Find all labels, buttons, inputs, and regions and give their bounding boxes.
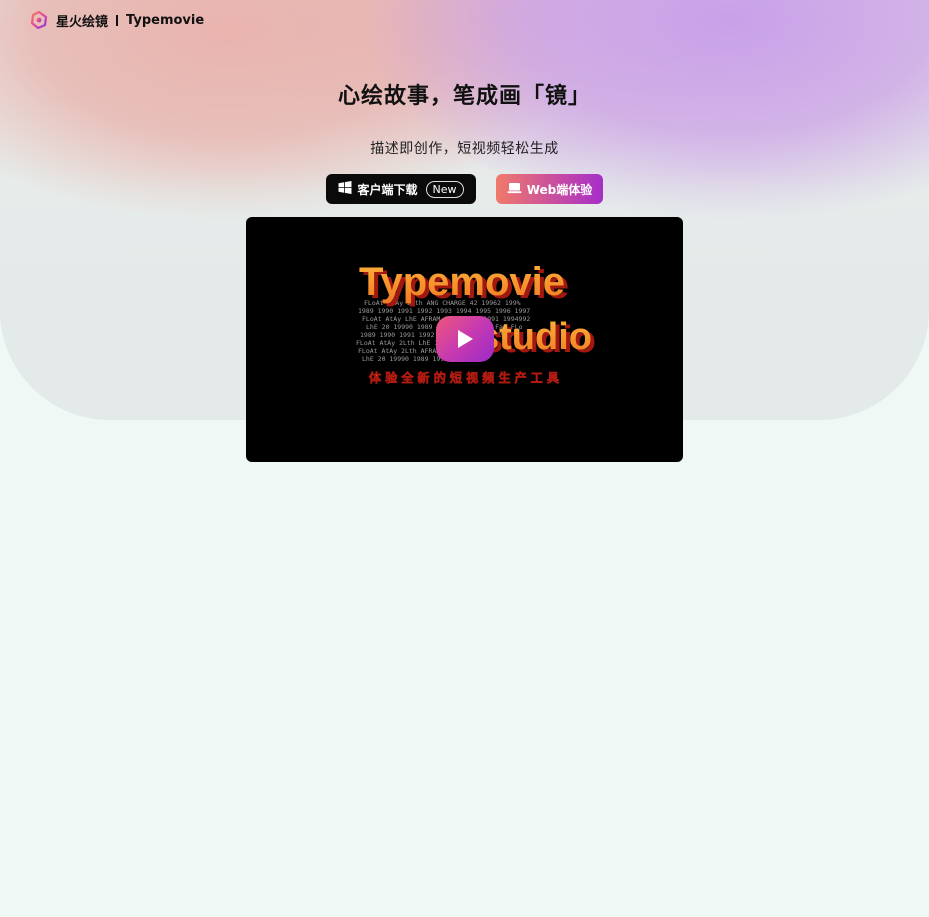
laptop-icon <box>507 182 522 197</box>
windows-icon <box>338 181 352 197</box>
top-bar: 星火绘镜 Typemovie <box>30 10 204 30</box>
video-bg-code-line: 1989 1990 1991 1992 1993 1994 1995 1996 … <box>358 307 530 315</box>
brand-name-en: Typemovie <box>126 12 205 28</box>
hero-subline: 描述即创作，短视频轻松生成 <box>370 141 559 157</box>
web-experience-button[interactable]: Web端体验 <box>496 174 603 204</box>
video-tagline: 体 验 全 新 的 短 视 频 生 产 工 具 <box>369 370 559 385</box>
brand-separator <box>116 14 119 26</box>
video-title-line2: studio <box>478 316 592 358</box>
brand-name[interactable]: 星火绘镜 Typemovie <box>56 11 204 30</box>
client-download-label: 客户端下载 <box>357 182 418 197</box>
video-bg-code-line: LhE 20 19990 1989 1990 <box>362 355 448 363</box>
play-button[interactable] <box>436 316 494 362</box>
web-experience-label: Web端体验 <box>526 182 593 197</box>
new-badge: New <box>425 180 464 198</box>
intro-video-player[interactable]: FLoAt AtAy 2Lth ANG CHARGE 42 19962 199%… <box>246 217 683 462</box>
brand-logo-icon[interactable] <box>30 10 48 30</box>
brand-name-cn: 星火绘镜 <box>56 14 109 30</box>
play-icon <box>458 330 473 348</box>
client-download-button[interactable]: 客户端下载 New <box>326 174 476 204</box>
video-title-line1: Typemovie <box>359 260 565 304</box>
hero-headline: 心绘故事，笔成画「镜」 <box>337 84 591 109</box>
